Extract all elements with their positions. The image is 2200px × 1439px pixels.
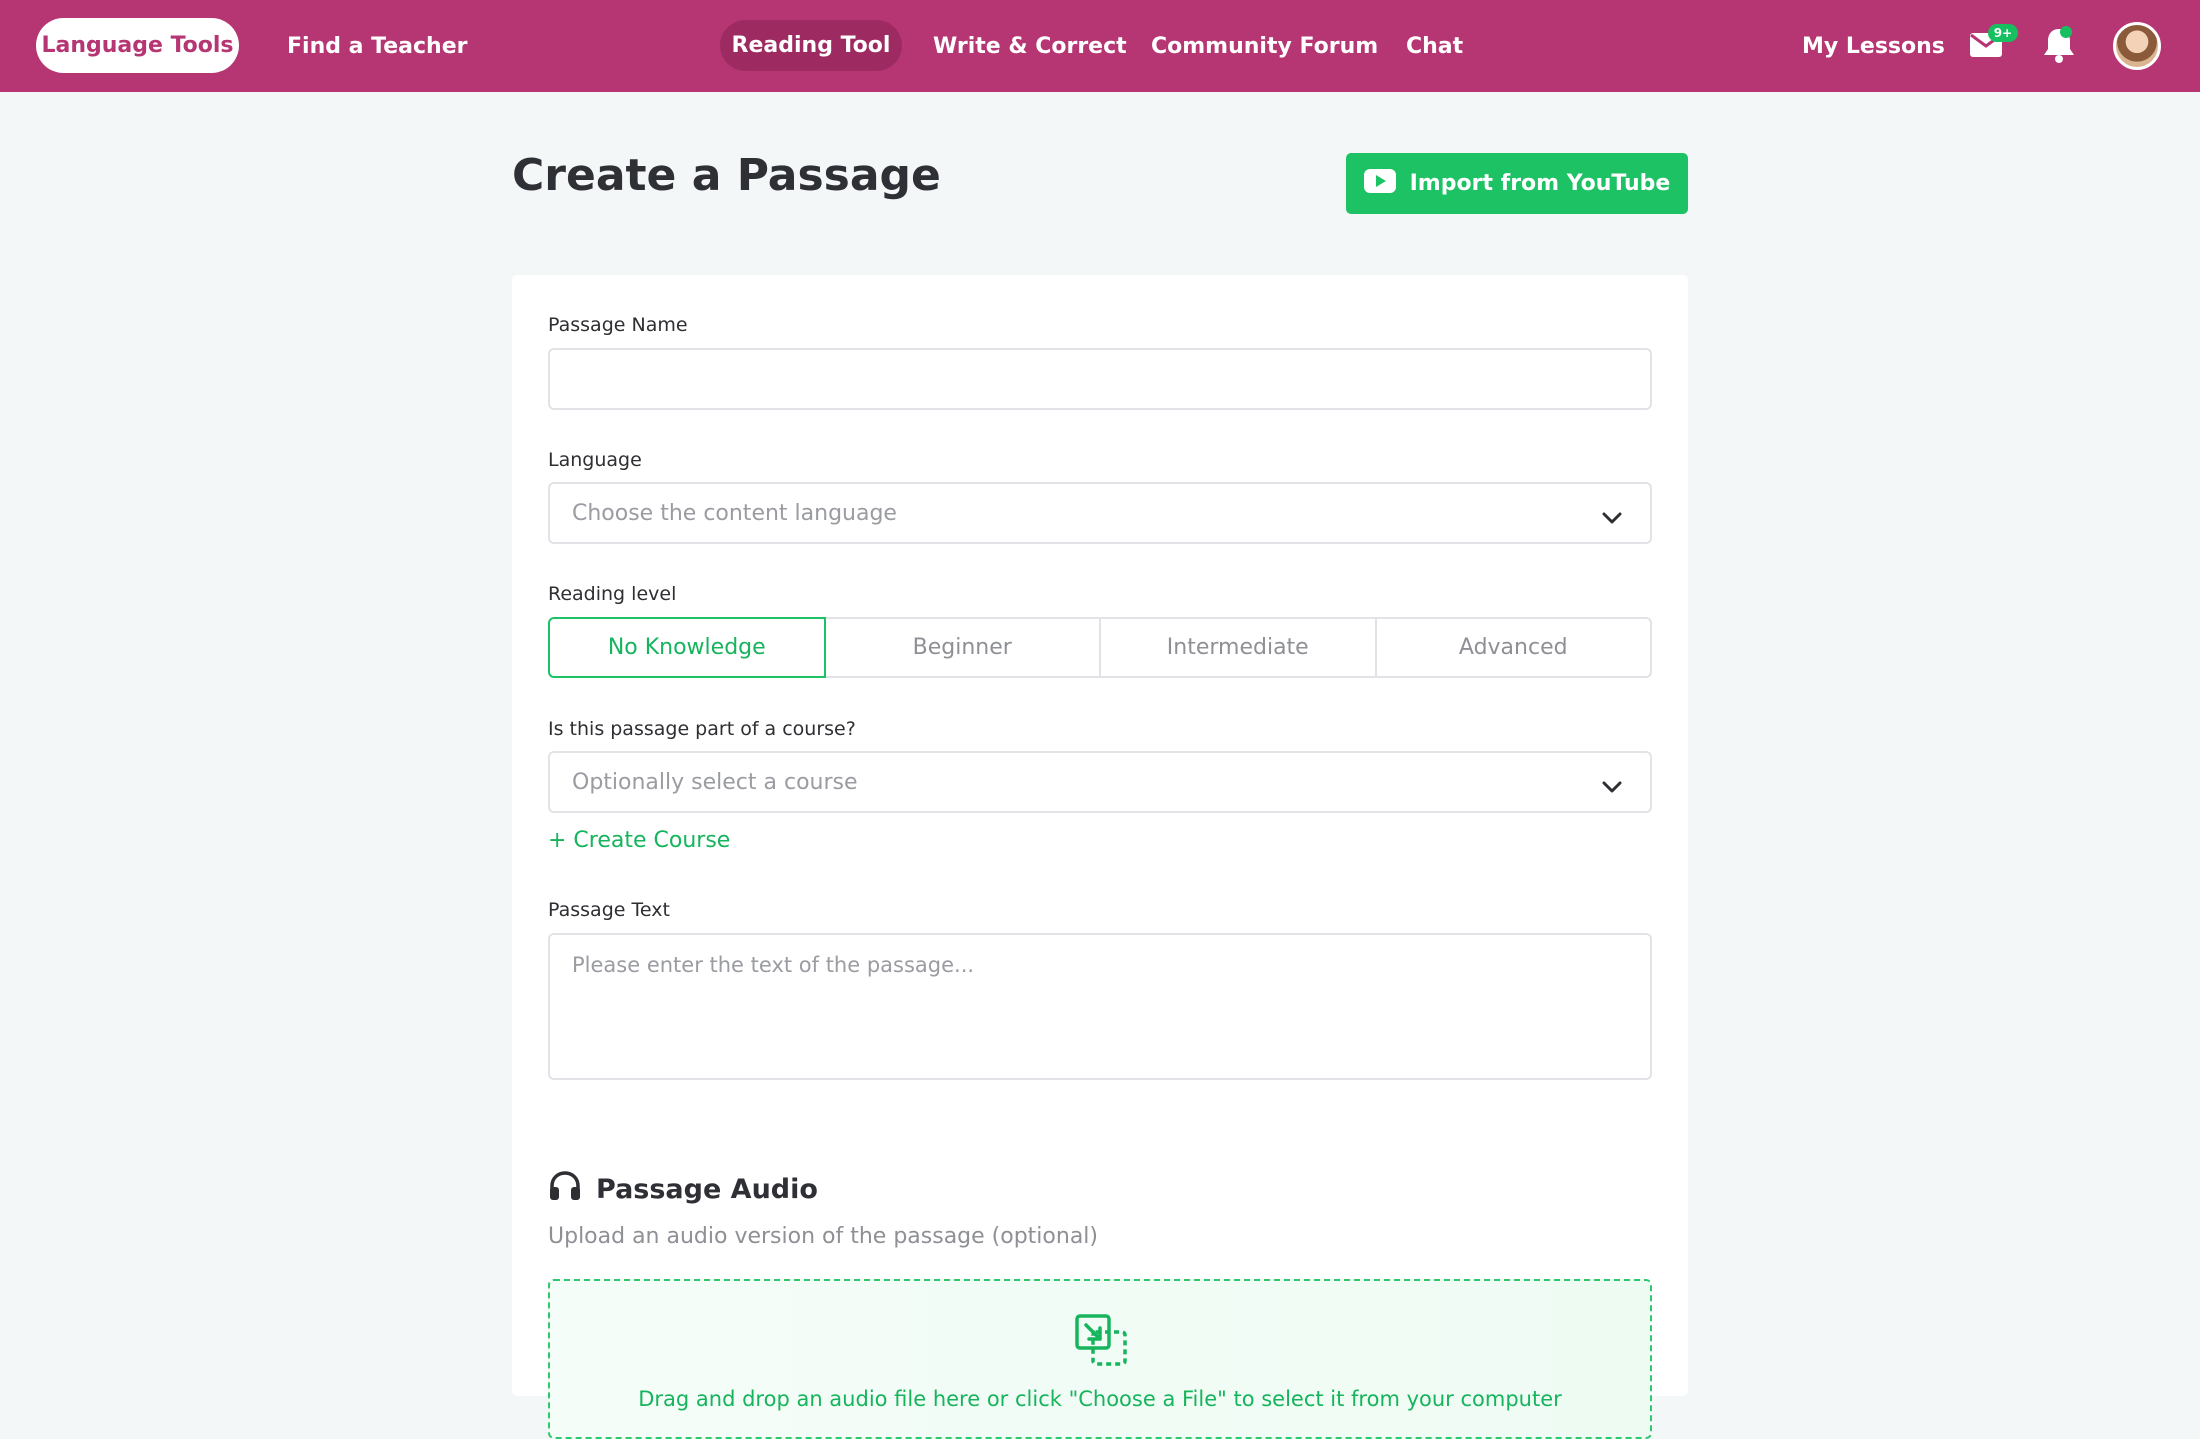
youtube-icon (1363, 168, 1396, 199)
language-label: Language (548, 449, 642, 471)
course-select-placeholder: Optionally select a course (572, 769, 858, 795)
reading-level-segmented: No Knowledge Beginner Intermediate Advan… (548, 617, 1652, 678)
language-select-placeholder: Choose the content language (572, 500, 897, 526)
nav-find-teacher[interactable]: Find a Teacher (287, 0, 467, 92)
passage-text-label: Passage Text (548, 899, 670, 921)
page-title: Create a Passage (512, 150, 941, 201)
nav-community-forum[interactable]: Community Forum (1151, 0, 1378, 92)
nav-my-lessons[interactable]: My Lessons (1802, 0, 1945, 92)
level-beginner[interactable]: Beginner (823, 617, 1101, 678)
notification-dot (2060, 26, 2072, 38)
passage-audio-title: Passage Audio (596, 1174, 818, 1205)
course-label: Is this passage part of a course? (548, 718, 856, 740)
passage-audio-subtitle: Upload an audio version of the passage (… (548, 1224, 1098, 1249)
headphones-icon (548, 1170, 582, 1209)
chevron-down-icon (1602, 775, 1622, 800)
avatar[interactable] (2113, 22, 2161, 70)
level-advanced[interactable]: Advanced (1374, 617, 1652, 678)
import-button-label: Import from YouTube (1409, 171, 1671, 196)
nav-write-correct[interactable]: Write & Correct (933, 0, 1127, 92)
upload-file-icon (1075, 1314, 1127, 1370)
language-tools-button[interactable]: Language Tools (36, 18, 239, 73)
nav-reading-tool[interactable]: Reading Tool (720, 20, 902, 71)
top-nav: Language Tools Find a Teacher Reading To… (0, 0, 2200, 92)
audio-dropzone[interactable]: Drag and drop an audio file here or clic… (548, 1279, 1652, 1439)
passage-name-label: Passage Name (548, 314, 688, 336)
messages-badge: 9+ (1988, 24, 2018, 42)
reading-level-label: Reading level (548, 583, 677, 605)
passage-text-input[interactable]: Please enter the text of the passage... (548, 933, 1652, 1080)
import-from-youtube-button[interactable]: Import from YouTube (1346, 153, 1688, 214)
language-select[interactable]: Choose the content language (548, 482, 1652, 544)
level-no-knowledge[interactable]: No Knowledge (548, 617, 826, 678)
passage-audio-heading: Passage Audio (548, 1170, 818, 1209)
nav-chat[interactable]: Chat (1406, 0, 1463, 92)
dropzone-text: Drag and drop an audio file here or clic… (638, 1387, 1562, 1411)
passage-name-input[interactable] (548, 348, 1652, 410)
level-intermediate[interactable]: Intermediate (1099, 617, 1377, 678)
chevron-down-icon (1602, 506, 1622, 531)
create-course-link[interactable]: + Create Course (548, 828, 730, 853)
course-select[interactable]: Optionally select a course (548, 751, 1652, 813)
